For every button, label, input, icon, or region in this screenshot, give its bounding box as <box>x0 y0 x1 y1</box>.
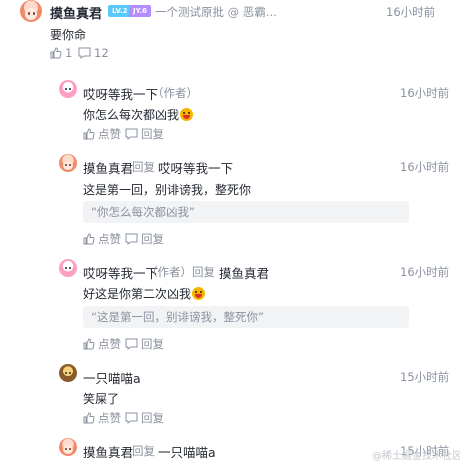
comment-icon <box>125 128 138 140</box>
angry-emoji-icon <box>180 108 194 121</box>
top-comment-content: 要你命 <box>50 28 87 42</box>
comment-icon <box>125 412 138 424</box>
reply-author[interactable]: 一只喵喵a <box>83 368 141 387</box>
thumb-up-icon <box>83 338 95 350</box>
thumb-up-icon <box>50 47 62 59</box>
angry-emoji-icon <box>192 287 206 300</box>
thumb-up-icon <box>83 128 95 140</box>
avatar[interactable] <box>20 0 42 22</box>
reply-button[interactable]: 回复 <box>125 410 164 426</box>
level-badge: LV.2 <box>108 5 132 17</box>
author-bio: 一个测试原批 @ 恶霸... <box>155 5 277 19</box>
reply-content: 好这是你第二次凶我 <box>83 285 206 302</box>
like-button[interactable]: 点赞 <box>83 231 121 247</box>
top-comment-time: 16小时前 <box>386 5 436 19</box>
quoted-comment[interactable]: “这是第一回，别诽谤我，整死你” <box>83 306 409 328</box>
reply-word: 回复 <box>132 160 155 174</box>
reply-author[interactable]: 摸鱼真君 <box>83 442 133 461</box>
reply-time: 16小时前 <box>400 265 450 279</box>
avatar[interactable] <box>59 259 77 277</box>
comment-icon <box>125 233 138 245</box>
reply-to-user[interactable]: 一只喵喵a <box>158 442 216 461</box>
reply-button[interactable]: 回复 <box>125 126 164 142</box>
reply-button[interactable]: 回复 <box>125 231 164 247</box>
reply-word: 回复 <box>192 265 215 279</box>
like-button[interactable]: 点赞 <box>83 410 121 426</box>
reply-author[interactable]: 摸鱼真君 <box>83 158 133 177</box>
like-button[interactable]: 点赞 <box>83 126 121 142</box>
reply-to-user[interactable]: 摸鱼真君 <box>219 263 269 282</box>
comment-icon <box>125 338 138 350</box>
thumb-up-icon <box>83 233 95 245</box>
quoted-comment[interactable]: “你怎么每次都凶我” <box>83 201 409 223</box>
reply-time: 15小时前 <box>400 370 450 384</box>
like-button[interactable]: 点赞 <box>83 336 121 352</box>
jy-badge: JY.6 <box>129 5 152 17</box>
reply-word: 回复 <box>132 444 155 458</box>
author-tag: （作者） <box>146 265 192 279</box>
reply-time: 16小时前 <box>400 160 450 174</box>
reply-time: 16小时前 <box>400 86 450 100</box>
avatar[interactable] <box>59 438 77 456</box>
avatar[interactable] <box>59 80 77 98</box>
avatar[interactable] <box>59 364 77 382</box>
author-tag: （作者） <box>152 86 198 100</box>
reply-count: 12 <box>94 46 109 60</box>
reply-content: 你怎么每次都凶我 <box>83 106 194 123</box>
like-button[interactable]: 1 <box>50 46 72 60</box>
reply-button[interactable]: 回复 <box>125 336 164 352</box>
reply-content: 这是第一回，别诽谤我，整死你 <box>83 183 252 197</box>
reply-count-button[interactable]: 12 <box>78 46 109 60</box>
avatar[interactable] <box>59 154 77 172</box>
comment-icon <box>78 47 91 59</box>
like-count: 1 <box>65 46 73 60</box>
top-comment-author[interactable]: 摸鱼真君 <box>50 3 102 22</box>
thumb-up-icon <box>83 412 95 424</box>
reply-author[interactable]: 哎呀等我一下 <box>83 84 158 103</box>
reply-to-user[interactable]: 哎呀等我一下 <box>158 158 233 177</box>
reply-content: 笑屎了 <box>83 392 120 406</box>
